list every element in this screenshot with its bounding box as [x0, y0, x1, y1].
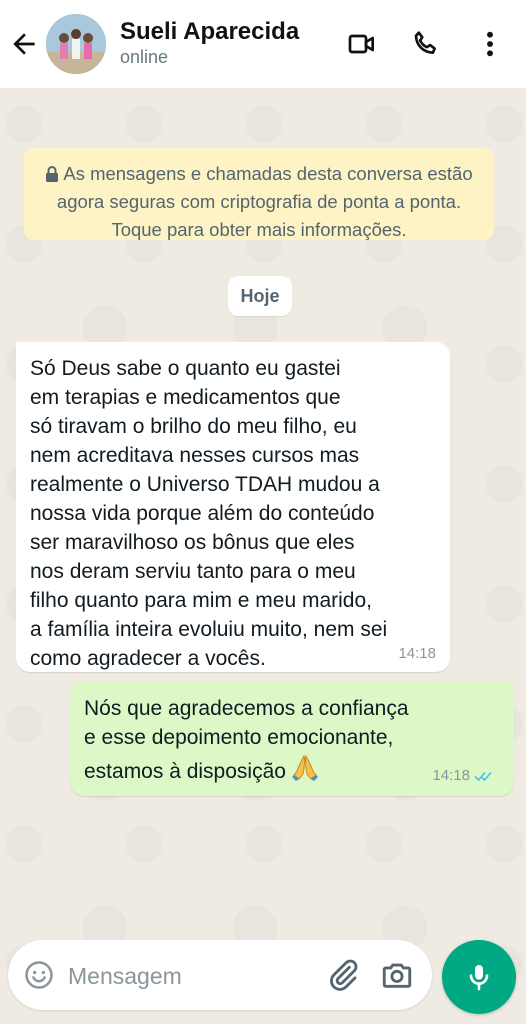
message-time: 14:18	[432, 767, 470, 784]
message-time: 14:18	[398, 645, 436, 662]
double-check-icon	[474, 771, 492, 781]
date-chip: Hoje	[228, 276, 292, 316]
encryption-notice[interactable]: As mensagens e chamadas desta conversa e…	[24, 148, 494, 240]
camera-icon[interactable]	[380, 958, 414, 992]
microphone-icon	[469, 965, 489, 991]
lock-icon	[46, 166, 59, 182]
more-options-icon[interactable]	[474, 28, 506, 60]
avatar[interactable]	[46, 14, 106, 74]
contact-name[interactable]: Sueli Aparecida	[120, 18, 299, 46]
message-text-body: Nós que agradecemos a confiança e esse d…	[84, 697, 409, 783]
paperclip-icon[interactable]	[326, 958, 360, 992]
outgoing-message[interactable]: Nós que agradecemos a confiança e esse d…	[70, 682, 514, 796]
message-meta: 14:18	[432, 767, 494, 784]
voice-call-icon[interactable]	[410, 28, 442, 60]
emoji-icon[interactable]	[24, 960, 54, 990]
message-composer	[8, 940, 432, 1010]
incoming-message[interactable]: Só Deus sabe o quanto eu gastei em terap…	[16, 342, 450, 672]
video-call-icon[interactable]	[346, 28, 378, 60]
back-arrow-icon[interactable]	[8, 28, 40, 60]
encryption-notice-text: As mensagens e chamadas desta conversa e…	[56, 163, 473, 240]
contact-status: online	[120, 47, 169, 67]
message-input[interactable]	[66, 958, 310, 994]
chat-header: Sueli Aparecida online	[0, 0, 526, 88]
message-text: Só Deus sabe o quanto eu gastei em terap…	[30, 357, 388, 670]
praying-hands-icon	[291, 754, 318, 781]
voice-message-button[interactable]	[442, 940, 516, 1014]
